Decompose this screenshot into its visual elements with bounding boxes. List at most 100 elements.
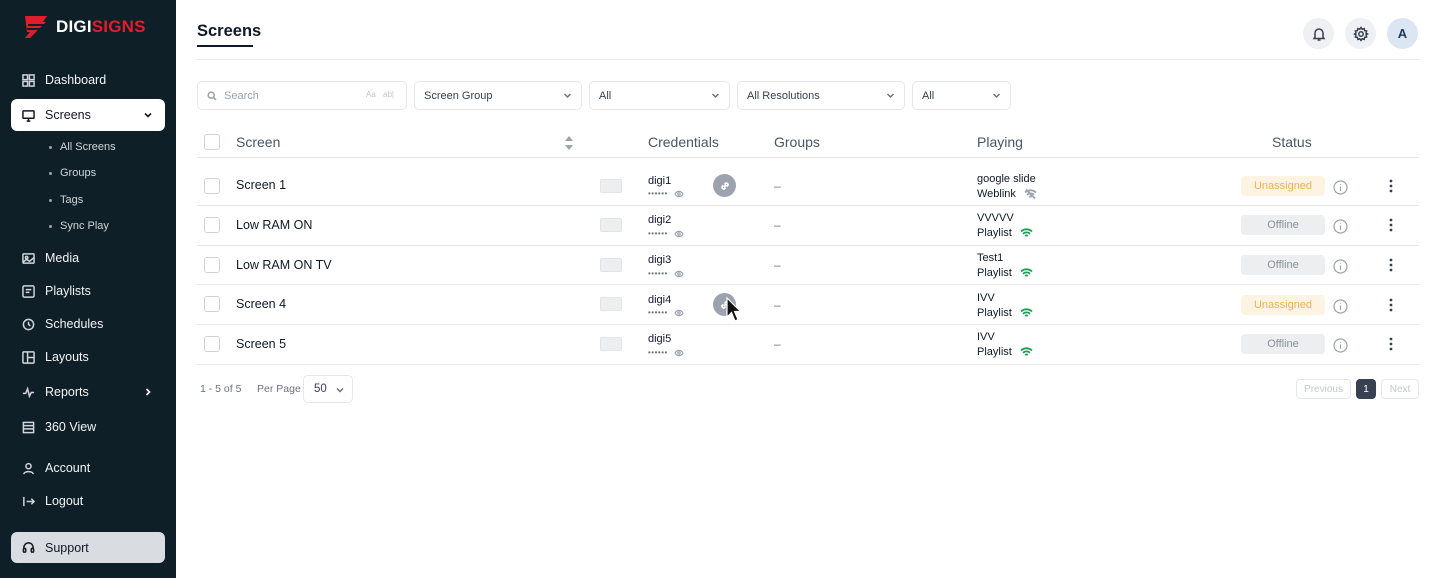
- sidebar-item-support[interactable]: Support: [11, 532, 165, 563]
- row-checkbox[interactable]: [204, 257, 220, 273]
- row-checkbox[interactable]: [204, 336, 220, 352]
- wifi-icon: [1020, 228, 1033, 238]
- eye-icon[interactable]: [674, 349, 684, 357]
- sidebar-subitem-all-screens[interactable]: All Screens: [49, 141, 116, 153]
- eye-icon[interactable]: [674, 309, 684, 317]
- screen-group-select[interactable]: Screen Group: [414, 81, 582, 110]
- more-options-icon[interactable]: [1386, 337, 1396, 351]
- playing-name: IVV: [977, 292, 995, 304]
- credential-password: ••••••: [648, 189, 668, 198]
- screen-thumbnail: [600, 218, 622, 232]
- sidebar: DIGISIGNS Dashboard Screens All Screens …: [0, 0, 176, 578]
- sidebar-item-360-view[interactable]: 360 View: [11, 411, 165, 443]
- screen-thumbnail: [600, 337, 622, 351]
- screen-thumbnail: [600, 297, 622, 311]
- credential-password: ••••••: [648, 269, 668, 278]
- orientation-filter-select[interactable]: All: [912, 81, 1011, 110]
- playing-name: google slide: [977, 173, 1036, 185]
- sidebar-item-media[interactable]: Media: [11, 242, 165, 274]
- credential-username: digi2: [648, 214, 672, 226]
- screen-thumbnail: [600, 258, 622, 272]
- next-page-button[interactable]: Next: [1381, 379, 1419, 399]
- avatar[interactable]: A: [1387, 18, 1418, 49]
- previous-page-button[interactable]: Previous: [1296, 379, 1351, 399]
- row-checkbox[interactable]: [204, 217, 220, 233]
- table-header-divider: [197, 157, 1419, 158]
- sidebar-item-reports[interactable]: Reports: [11, 376, 165, 408]
- per-page-select[interactable]: 50: [303, 375, 353, 403]
- sidebar-item-schedules[interactable]: Schedules: [11, 308, 165, 340]
- info-icon[interactable]: [1333, 299, 1348, 314]
- sidebar-item-logout[interactable]: Logout: [11, 485, 165, 517]
- eye-icon[interactable]: [674, 230, 684, 238]
- resolution-select[interactable]: All Resolutions: [737, 81, 905, 110]
- link-icon: [720, 181, 729, 190]
- credential-username: digi5: [648, 333, 672, 345]
- sidebar-item-label: Media: [45, 251, 80, 265]
- eye-icon[interactable]: [674, 190, 684, 198]
- screen-name[interactable]: Screen 1: [236, 178, 286, 192]
- search-placeholder: Search: [224, 89, 259, 102]
- sidebar-subitem-groups[interactable]: Groups: [49, 167, 96, 179]
- status-badge: Offline: [1241, 255, 1325, 275]
- more-options-icon[interactable]: [1386, 258, 1396, 272]
- settings-button[interactable]: [1345, 18, 1376, 49]
- eye-icon[interactable]: [674, 270, 684, 278]
- credential-username: digi3: [648, 254, 672, 266]
- playlist-icon: [21, 284, 35, 298]
- sidebar-subitem-tags[interactable]: Tags: [49, 194, 83, 206]
- match-word-toggle[interactable]: ab|: [383, 90, 394, 99]
- row-checkbox[interactable]: [204, 178, 220, 194]
- info-icon[interactable]: [1333, 219, 1348, 234]
- current-page-button[interactable]: 1: [1356, 379, 1376, 399]
- screen-name[interactable]: Screen 4: [236, 297, 286, 311]
- screen-name[interactable]: Low RAM ON TV: [236, 258, 332, 272]
- wifi-off-icon: [1024, 188, 1037, 200]
- sort-icon[interactable]: [564, 135, 574, 151]
- groups-value: –: [774, 218, 781, 232]
- status-badge: Offline: [1241, 215, 1325, 235]
- clock-icon: [21, 317, 35, 331]
- more-options-icon[interactable]: [1386, 218, 1396, 232]
- search-input[interactable]: Search Aa ab|: [197, 81, 407, 110]
- match-case-toggle[interactable]: Aa: [366, 90, 376, 99]
- sidebar-item-label: Dashboard: [45, 73, 107, 87]
- screen-name[interactable]: Low RAM ON: [236, 218, 312, 232]
- column-header-playing: Playing: [977, 134, 1023, 150]
- credential-password: ••••••: [648, 229, 668, 238]
- info-icon[interactable]: [1333, 338, 1348, 353]
- column-header-screen[interactable]: Screen: [236, 134, 280, 150]
- sidebar-item-label: Schedules: [45, 317, 104, 331]
- search-icon: [207, 91, 217, 101]
- sidebar-item-label: Support: [45, 540, 89, 555]
- sidebar-item-label: Layouts: [45, 350, 89, 364]
- sidebar-item-label: Screens: [45, 108, 91, 122]
- sidebar-item-screens[interactable]: Screens: [11, 99, 165, 131]
- chevron-down-icon: [336, 385, 344, 393]
- notifications-button[interactable]: [1303, 18, 1334, 49]
- status-badge: Offline: [1241, 334, 1325, 354]
- sidebar-subitem-sync-play[interactable]: Sync Play: [49, 220, 109, 232]
- more-options-icon[interactable]: [1386, 298, 1396, 312]
- info-icon[interactable]: [1333, 180, 1348, 195]
- credential-username: digi1: [648, 175, 672, 187]
- sidebar-item-playlists[interactable]: Playlists: [11, 275, 165, 307]
- row-checkbox[interactable]: [204, 296, 220, 312]
- sidebar-item-account[interactable]: Account: [11, 452, 165, 484]
- screen-name[interactable]: Screen 5: [236, 337, 286, 351]
- row-divider: [197, 364, 1419, 365]
- sidebar-item-label: Account: [45, 461, 91, 475]
- more-options-icon[interactable]: [1386, 179, 1396, 193]
- select-all-checkbox[interactable]: [204, 134, 220, 150]
- header-divider: [197, 59, 1419, 60]
- monitor-icon: [21, 108, 35, 122]
- info-icon[interactable]: [1333, 259, 1348, 274]
- screen-thumbnail: [600, 179, 622, 193]
- status-filter-select[interactable]: All: [589, 81, 730, 110]
- brand-logo[interactable]: DIGISIGNS: [22, 12, 146, 42]
- table-icon: [21, 420, 35, 434]
- link-button[interactable]: [713, 174, 736, 197]
- sidebar-item-layouts[interactable]: Layouts: [11, 341, 165, 373]
- logout-icon: [21, 494, 35, 508]
- sidebar-item-dashboard[interactable]: Dashboard: [11, 64, 165, 96]
